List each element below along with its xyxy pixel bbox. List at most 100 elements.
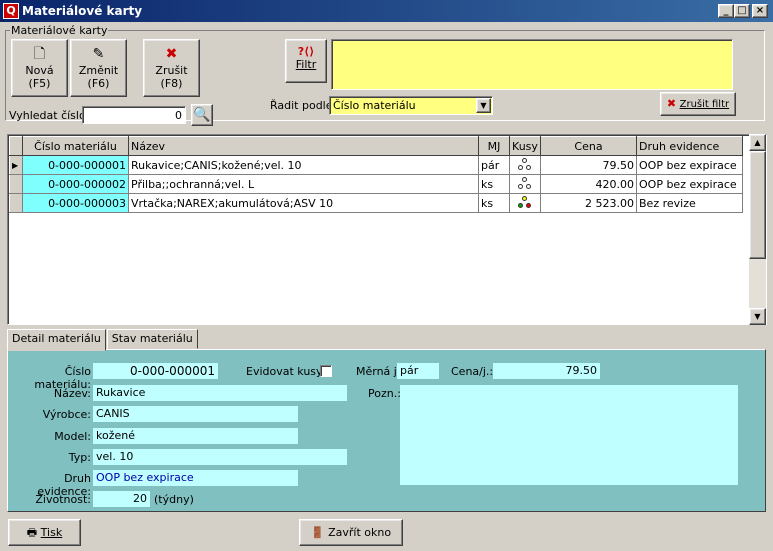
col-header-kusy[interactable]: Kusy	[509, 136, 541, 156]
clear-filter-label: Zrušit filtr	[679, 99, 730, 110]
cena-label: Cena/j.:	[451, 365, 494, 378]
clear-filter-button[interactable]: ✖ Zrušit filtr	[660, 92, 736, 116]
kusy-icon	[518, 158, 532, 172]
cell-nazev[interactable]: Přilba;;ochranná;vel. L	[128, 174, 479, 194]
cell-druh[interactable]: Bez revize	[636, 193, 743, 213]
evidovat-kusy-label: Evidovat kusy	[246, 365, 323, 378]
edit-button[interactable]: ✎ Změnit (F6)	[70, 39, 127, 97]
new-button-key: (F5)	[28, 77, 51, 90]
mj-field[interactable]: pár	[397, 363, 439, 379]
cell-cislo[interactable]: 0-000-000003	[22, 193, 129, 213]
table-row[interactable]: 0-000-000003 Vrtačka;NAREX;akumulátová;A…	[9, 193, 743, 213]
new-button[interactable]: 🗋 Nová (F5)	[11, 39, 68, 97]
new-button-label: Nová	[25, 64, 54, 77]
edit-document-icon: ✎	[92, 46, 105, 62]
tab-stav[interactable]: Stav materiálu	[106, 329, 198, 349]
table-header-row: Číslo materiálu Název MJ Kusy Cena Druh …	[9, 136, 743, 156]
sort-select-value: Číslo materiálu	[333, 99, 416, 112]
row-selector[interactable]	[9, 174, 23, 194]
filter-button[interactable]: ?⟨⟩ Filtr	[285, 39, 327, 83]
cislo-field[interactable]: 0-000-000001	[93, 363, 218, 379]
scroll-down-icon[interactable]: ▼	[749, 308, 766, 325]
filter-text-area[interactable]	[331, 39, 733, 90]
minimize-button[interactable]: _	[718, 4, 734, 18]
cell-kusy[interactable]	[509, 174, 541, 194]
druh-field[interactable]: OOP bez expirace	[93, 470, 298, 486]
cell-druh[interactable]: OOP bez expirace	[636, 155, 743, 175]
cell-cena[interactable]: 79.50	[540, 155, 637, 175]
kusy-icon	[518, 177, 532, 191]
table-row[interactable]: 0-000-000002 Přilba;;ochranná;vel. L ks …	[9, 174, 743, 194]
sort-label: Řadit podle:	[270, 99, 337, 112]
model-label: Model:	[54, 430, 91, 443]
typ-field[interactable]: vel. 10	[93, 449, 347, 465]
cell-kusy[interactable]	[509, 193, 541, 213]
close-button[interactable]: ×	[752, 4, 768, 18]
cell-cislo[interactable]: 0-000-000002	[22, 174, 129, 194]
groupbox-label: Materiálové karty	[10, 24, 109, 37]
filter-button-label: Filtr	[295, 58, 317, 71]
detail-panel: Číslo materiálu: 0-000-000001 Evidovat k…	[7, 349, 766, 512]
delete-button[interactable]: ✖ Zrušit (F8)	[143, 39, 200, 97]
bottom-bar: 🖶 Tisk 🚪 Zavřít okno	[0, 516, 773, 551]
cena-field[interactable]: 79.50	[493, 363, 600, 379]
close-window-label: Zavřít okno	[328, 526, 392, 539]
edit-button-key: (F6)	[87, 77, 110, 90]
materials-grid[interactable]: Číslo materiálu Název MJ Kusy Cena Druh …	[7, 134, 767, 325]
search-button[interactable]: 🔍	[191, 104, 213, 126]
magnifier-icon: 🔍	[193, 107, 211, 123]
app-icon: Q	[3, 3, 19, 19]
printer-icon: 🖶	[26, 526, 38, 539]
row-selector[interactable]	[9, 193, 23, 213]
grid-scrollbar[interactable]: ▲ ▼	[749, 134, 766, 325]
cell-mj[interactable]: ks	[478, 174, 510, 194]
detail-tabs: Detail materiálu Stav materiálu	[7, 329, 199, 351]
pozn-field[interactable]	[400, 385, 738, 485]
cell-mj[interactable]: ks	[478, 193, 510, 213]
cell-mj[interactable]: pár	[478, 155, 510, 175]
nazev-label: Název:	[53, 387, 91, 400]
table-row[interactable]: ▶ 0-000-000001 Rukavice;CANIS;kožené;vel…	[9, 155, 743, 175]
new-document-icon: 🗋	[33, 46, 46, 62]
cell-nazev[interactable]: Vrtačka;NAREX;akumulátová;ASV 10	[128, 193, 479, 213]
close-window-button[interactable]: 🚪 Zavřít okno	[299, 519, 403, 546]
print-label: Tisk	[40, 526, 63, 539]
col-header-nazev[interactable]: Název	[128, 136, 479, 156]
col-header-cena[interactable]: Cena	[540, 136, 637, 156]
nazev-field[interactable]: Rukavice	[93, 385, 347, 401]
col-header-mj[interactable]: MJ	[478, 136, 510, 156]
print-button[interactable]: 🖶 Tisk	[8, 519, 81, 546]
vyrobce-label: Výrobce:	[42, 408, 91, 421]
maximize-button[interactable]: □	[734, 4, 750, 18]
cell-nazev[interactable]: Rukavice;CANIS;kožené;vel. 10	[128, 155, 479, 175]
col-header-cislo[interactable]: Číslo materiálu	[22, 136, 129, 156]
zivotnost-label: Životnost:	[35, 493, 91, 506]
cell-kusy[interactable]	[509, 155, 541, 175]
evidovat-kusy-checkbox[interactable]	[320, 365, 332, 377]
pozn-label: Pozn.:	[368, 387, 401, 400]
tab-detail[interactable]: Detail materiálu	[7, 329, 106, 351]
window-title: Materiálové karty	[22, 4, 143, 18]
clear-filter-x-icon: ✖	[666, 97, 677, 110]
scroll-up-icon[interactable]: ▲	[749, 134, 766, 151]
scroll-thumb[interactable]	[749, 151, 766, 259]
delete-x-icon: ✖	[165, 46, 178, 62]
filter-icon: ?⟨⟩	[297, 45, 315, 58]
edit-button-label: Změnit	[78, 64, 119, 77]
title-bar[interactable]: Q Materiálové karty _ □ ×	[0, 0, 773, 22]
cell-cena[interactable]: 2 523.00	[540, 193, 637, 213]
sort-select[interactable]: Číslo materiálu ▼	[329, 96, 493, 115]
zivotnost-field[interactable]: 20	[93, 491, 150, 507]
chevron-down-icon[interactable]: ▼	[476, 98, 491, 113]
search-label: Vyhledat číslo:	[9, 109, 90, 122]
vyrobce-field[interactable]: CANIS	[93, 406, 298, 422]
kusy-traffic-icon	[518, 196, 532, 210]
model-field[interactable]: kožené	[93, 428, 298, 444]
cell-cena[interactable]: 420.00	[540, 174, 637, 194]
col-header-druh[interactable]: Druh evidence	[636, 136, 743, 156]
door-icon: 🚪	[310, 526, 325, 539]
cell-druh[interactable]: OOP bez expirace	[636, 174, 743, 194]
materials-table: Číslo materiálu Název MJ Kusy Cena Druh …	[9, 136, 743, 213]
cell-cislo[interactable]: 0-000-000001	[22, 155, 129, 175]
search-input[interactable]: 0	[82, 106, 186, 124]
